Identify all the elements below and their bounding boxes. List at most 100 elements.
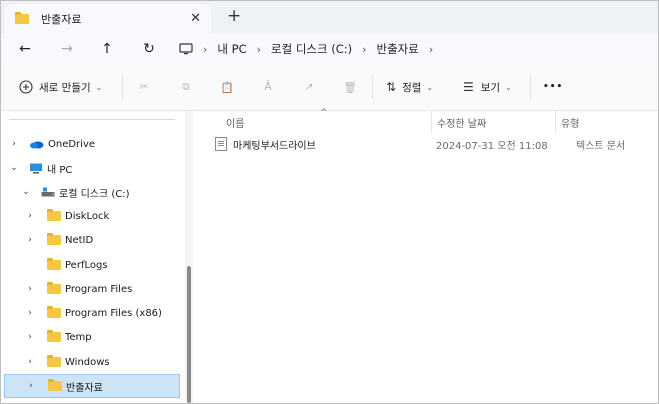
chevron-right-icon[interactable]: › [25, 211, 35, 221]
sidebar-item-temp[interactable]: › Temp [5, 326, 92, 348]
sidebar-item-this-pc[interactable]: ⌄ 내 PC [5, 157, 72, 179]
add-icon [19, 80, 33, 94]
breadcrumb-item-drive[interactable]: 로컬 디스크 (C:) [271, 41, 352, 57]
sort-ascending-icon: ^ [320, 108, 328, 118]
drive-icon [41, 187, 55, 197]
folder-icon [47, 209, 61, 221]
sidebar-item-netid[interactable]: › NetID [5, 229, 93, 251]
divider [530, 75, 531, 99]
folder-icon [47, 306, 61, 318]
folder-icon [47, 282, 61, 294]
navigation-pane: › OneDrive ⌄ 내 PC ⌄ 로컬 디스크 (C:) › DiskLo… [1, 111, 187, 403]
new-tab-button[interactable]: + [227, 6, 241, 26]
view-icon: ☰ [463, 80, 474, 94]
view-label: 보기 [480, 81, 501, 94]
chevron-down-icon: ⌄ [426, 82, 434, 92]
chevron-right-icon[interactable]: › [26, 381, 36, 391]
column-header-modified[interactable]: 수정한 날짜 [437, 111, 486, 133]
new-button[interactable]: 새로 만들기 ⌄ [19, 76, 102, 98]
sidebar-item-windows[interactable]: › Windows [5, 351, 110, 373]
sidebar-item-label: 반출자료 [66, 382, 103, 394]
chevron-down-icon[interactable]: ⌄ [9, 163, 19, 173]
explorer-window: 반출자료 ✕ + ← → ↑ ↻ › 내 PC › 로컬 디스크 (C:) › … [0, 0, 659, 404]
sidebar-item-perflogs[interactable]: PerfLogs [5, 254, 108, 276]
sidebar-item-label: DiskLock [65, 210, 110, 222]
sidebar-item-program-files-x86[interactable]: › Program Files (x86) [5, 302, 162, 324]
copy-icon[interactable]: ⧉ [175, 76, 197, 98]
breadcrumb[interactable]: › 내 PC › 로컬 디스크 (C:) › 반출자료 › [179, 38, 443, 60]
sidebar-item-local-disk[interactable]: ⌄ 로컬 디스크 (C:) [5, 181, 130, 203]
rename-icon[interactable]: Ā [257, 76, 279, 98]
divider [372, 75, 373, 99]
sidebar-item-label: Windows [65, 356, 110, 368]
breadcrumb-separator: › [362, 42, 367, 56]
up-button[interactable]: ↑ [95, 38, 119, 60]
file-name-cell[interactable]: 마케팅부서드라이브 [215, 133, 316, 155]
file-type: 텍스트 문서 [576, 140, 626, 152]
command-bar: 새로 만들기 ⌄ ✂ ⧉ 📋 Ā ↗ 🗑 ⇅ 정렬 ⌄ ☰ 보기 ⌄ ••• [1, 64, 658, 111]
folder-icon [47, 330, 61, 342]
pc-icon [30, 163, 42, 173]
text-file-icon [215, 137, 227, 151]
column-divider[interactable] [555, 111, 556, 133]
sidebar-item-label: Program Files (x86) [65, 307, 162, 319]
file-name: 마케팅부서드라이브 [233, 140, 316, 152]
chevron-down-icon[interactable]: ⌄ [21, 187, 31, 197]
breadcrumb-item-folder[interactable]: 반출자료 [377, 41, 419, 57]
table-row[interactable]: 마케팅부서드라이브 2024-07-31 오전 11:08 텍스트 문서 [193, 133, 658, 155]
folder-icon [47, 233, 61, 245]
sidebar-item-label: Program Files [65, 283, 133, 295]
sidebar-item-label: PerfLogs [65, 259, 108, 271]
divider [122, 75, 123, 99]
column-divider[interactable] [431, 111, 432, 133]
chevron-down-icon: ⌄ [95, 82, 103, 92]
sidebar-item-label: 로컬 디스크 (C:) [59, 188, 130, 200]
divider [9, 119, 175, 120]
back-button[interactable]: ← [13, 38, 37, 60]
sort-button[interactable]: ⇅ 정렬 ⌄ [386, 76, 433, 98]
forward-button[interactable]: → [55, 38, 79, 60]
navigation-bar: ← → ↑ ↻ › 내 PC › 로컬 디스크 (C:) › 반출자료 › [1, 34, 658, 64]
column-header-name[interactable]: 이름 [226, 111, 244, 133]
sidebar-item-program-files[interactable]: › Program Files [5, 278, 132, 300]
tab-bar: 반출자료 ✕ + [1, 1, 658, 34]
close-tab-icon[interactable]: ✕ [190, 11, 201, 26]
tab-current-folder[interactable]: 반출자료 ✕ [5, 4, 211, 34]
share-icon[interactable]: ↗ [298, 76, 320, 98]
chevron-right-icon[interactable]: › [25, 308, 35, 318]
file-modified: 2024-07-31 오전 11:08 [436, 140, 548, 152]
tab-title: 반출자료 [41, 13, 82, 26]
computer-icon [179, 43, 193, 55]
sort-label: 정렬 [402, 81, 422, 94]
sort-icon: ⇅ [386, 80, 397, 94]
breadcrumb-separator: › [203, 42, 208, 56]
sidebar-item-label: NetID [65, 234, 94, 246]
column-header-type[interactable]: 유형 [561, 111, 579, 133]
breadcrumb-separator[interactable]: › [429, 43, 433, 56]
chevron-right-icon[interactable]: › [25, 235, 35, 245]
folder-icon [15, 12, 29, 24]
refresh-button[interactable]: ↻ [137, 38, 161, 60]
breadcrumb-separator: › [256, 42, 262, 56]
breadcrumb-item-pc[interactable]: 내 PC [217, 41, 246, 57]
file-list: ^ 이름 수정한 날짜 유형 마케팅부서드라이브 2024-07-31 오전 1… [193, 108, 658, 403]
chevron-right-icon[interactable]: › [25, 357, 35, 367]
sidebar-scrollbar-thumb[interactable] [187, 266, 191, 403]
sidebar-item-disklock[interactable]: › DiskLock [5, 205, 109, 227]
sidebar-item-export-data[interactable]: › 반출자료 [4, 374, 180, 398]
more-options-button[interactable]: ••• [543, 76, 563, 98]
chevron-right-icon[interactable]: › [25, 332, 35, 342]
new-button-label: 새로 만들기 [39, 81, 91, 94]
paste-icon[interactable]: 📋 [216, 76, 238, 98]
delete-icon[interactable]: 🗑 [339, 76, 361, 98]
sidebar-item-label: 내 PC [47, 164, 73, 176]
view-button[interactable]: ☰ 보기 ⌄ [463, 76, 512, 98]
sidebar-item-label: OneDrive [48, 138, 96, 150]
chevron-down-icon: ⌄ [505, 82, 512, 92]
chevron-right-icon[interactable]: › [25, 284, 35, 294]
cut-icon[interactable]: ✂ [133, 76, 155, 98]
chevron-right-icon[interactable]: › [9, 139, 19, 149]
sidebar-item-label: Temp [65, 331, 92, 343]
folder-icon [47, 258, 61, 270]
sidebar-item-onedrive[interactable]: › OneDrive [5, 133, 95, 155]
